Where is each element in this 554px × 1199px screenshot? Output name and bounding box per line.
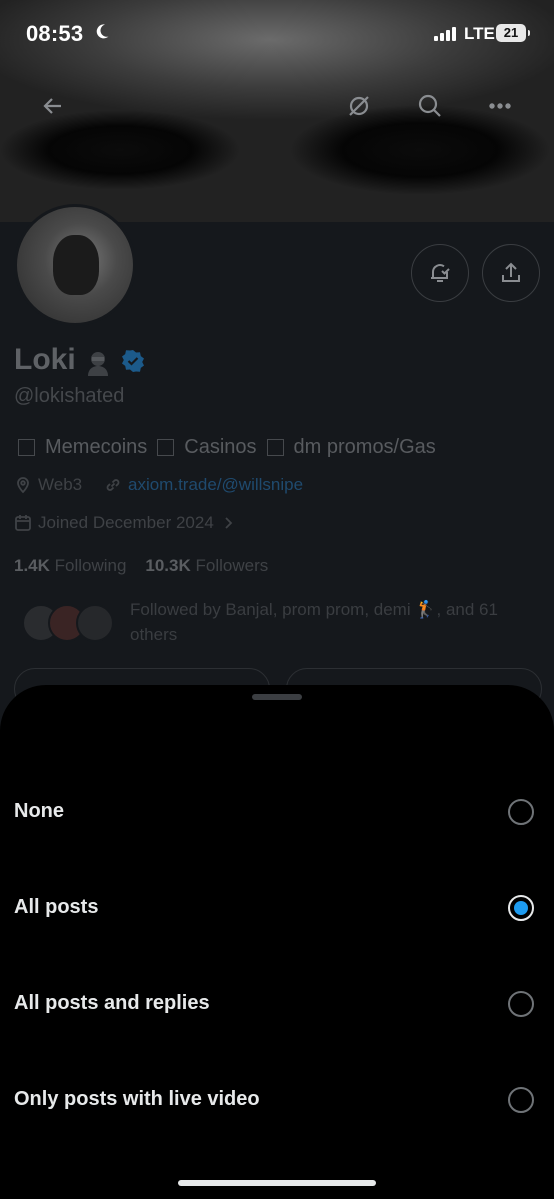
option-label: All posts and replies [14, 992, 210, 1014]
radio-none[interactable] [508, 799, 534, 825]
following-label[interactable]: Following [55, 556, 127, 575]
share-button[interactable] [482, 244, 540, 302]
radio-live-video[interactable] [508, 1087, 534, 1113]
signal-icon [434, 27, 458, 41]
status-time: 08:53 [26, 21, 84, 46]
calendar-icon [15, 515, 31, 531]
chevron-right-icon [225, 517, 233, 529]
joined-text: Joined December 2024 [38, 513, 214, 532]
avatar[interactable] [14, 204, 136, 326]
profile-bio: Memecoins Casinos dm promos/Gas [18, 436, 446, 459]
bio-item: Casinos [184, 436, 257, 458]
notification-sheet: None All posts All posts and replies Onl… [0, 685, 554, 1199]
share-icon [502, 262, 520, 282]
status-bar: 08:53 LTE 21 [0, 0, 554, 68]
option-all-posts-and-replies[interactable]: All posts and replies [0, 977, 554, 1037]
option-label: Only posts with live video [14, 1088, 260, 1110]
followed-by-text[interactable]: Followed by Banjal, prom prom, demi 🏌️, … [130, 597, 530, 647]
profile-screen: 08:53 LTE 21 Loki @lokishated Memecoins … [0, 0, 554, 1199]
link-text[interactable]: axiom.trade/@willsnipe [128, 475, 303, 495]
option-all-posts[interactable]: All posts [0, 881, 554, 941]
option-label: All posts [14, 896, 99, 918]
checkbox-icon [157, 439, 175, 456]
option-live-video[interactable]: Only posts with live video [0, 1073, 554, 1133]
option-none[interactable]: None [0, 785, 554, 845]
search-icon[interactable] [410, 86, 450, 126]
location-text: Web3 [38, 475, 83, 494]
following-count[interactable]: 1.4K [14, 556, 50, 575]
battery-icon: 21 [496, 24, 530, 42]
no-signal-icon[interactable] [339, 86, 379, 126]
link-icon [106, 479, 120, 491]
checkbox-icon [266, 439, 284, 456]
ninja-emoji-icon [88, 352, 108, 376]
profile-name: Loki [14, 343, 76, 376]
location-icon [17, 477, 29, 494]
more-icon[interactable] [480, 86, 520, 126]
follow-counts: 1.4K Following 10.3K Followers [14, 556, 268, 576]
back-arrow-icon[interactable] [33, 86, 73, 126]
notification-bell-button[interactable] [411, 244, 469, 302]
radio-all-posts[interactable] [508, 895, 534, 921]
bell-check-icon [431, 264, 450, 282]
radio-all-posts-and-replies[interactable] [508, 991, 534, 1017]
profile-link[interactable]: axiom.trade/@willsnipe [104, 475, 303, 495]
bio-item: Memecoins [45, 436, 148, 458]
follower-avatar [76, 604, 114, 642]
bio-item: dm promos/Gas [293, 436, 436, 458]
profile-location: Web3 [14, 475, 82, 495]
home-indicator[interactable] [178, 1180, 376, 1186]
network-label: LTE [464, 24, 495, 43]
moon-icon [96, 24, 109, 39]
verified-badge-icon [122, 350, 144, 372]
followers-label[interactable]: Followers [195, 556, 268, 575]
profile-handle: @lokishated [14, 385, 125, 407]
followers-count[interactable]: 10.3K [145, 556, 190, 575]
checkbox-icon [18, 439, 35, 456]
profile-joined[interactable]: Joined December 2024 [14, 513, 242, 533]
sheet-grabber[interactable] [252, 694, 302, 700]
option-label: None [14, 800, 64, 822]
